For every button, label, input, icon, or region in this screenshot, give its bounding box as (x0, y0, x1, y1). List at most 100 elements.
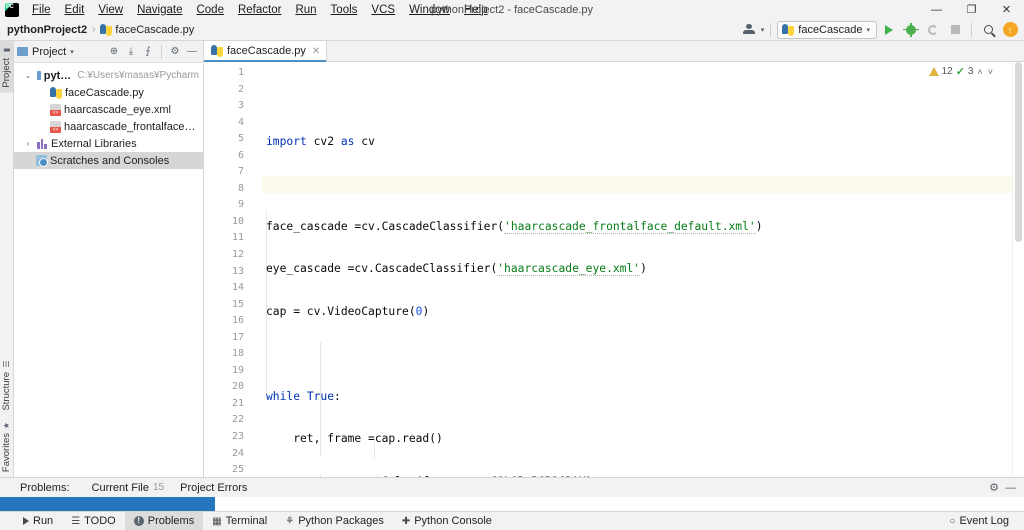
menu-label-vcs: VCS (371, 3, 396, 16)
coverage-icon (928, 24, 938, 35)
line-number: 24 (231, 447, 244, 459)
menu-item-vcs[interactable]: VCS (364, 2, 402, 18)
chevron-down-icon: ▾ (70, 48, 74, 56)
next-problem-icon[interactable]: ˅ (987, 67, 994, 77)
debug-button[interactable] (901, 21, 921, 39)
line-number-gutter[interactable]: 1 2 3 4 5 6 7 8 9 10 11 12 13 14 15 16 1 (204, 62, 248, 477)
breadcrumb-file[interactable]: faceCascade.py (97, 23, 197, 36)
run-button[interactable] (879, 21, 899, 39)
status-tab-python-packages[interactable]: ⚘ Python Packages (276, 512, 393, 530)
status-bar-right: ○ Event Log (940, 512, 1024, 530)
menu-item-window[interactable]: Window (402, 2, 457, 18)
menu-item-view[interactable]: View (91, 2, 130, 18)
python-file-icon (50, 86, 62, 99)
stop-button[interactable] (945, 21, 965, 39)
gear-icon[interactable]: ⚙ (989, 481, 999, 494)
menu-label-code: Code (196, 3, 224, 16)
menu-item-file[interactable]: File (25, 2, 58, 18)
hide-panel-icon[interactable]: — (1005, 482, 1016, 494)
problems-tab-project-errors[interactable]: Project Errors (172, 482, 255, 494)
close-icon[interactable]: ✕ (312, 46, 320, 57)
line-number: 10 (231, 215, 244, 227)
line-number: 18 (231, 348, 244, 360)
minimize-button[interactable]: — (919, 0, 954, 19)
rail-bottom-group: Structure ☰ Favorites ★ (0, 355, 13, 477)
menu-item-run[interactable]: Run (288, 2, 323, 18)
rail-item-project[interactable]: Project ▮ (0, 41, 13, 93)
project-panel-title-group[interactable]: Project ▾ (17, 46, 74, 58)
menu-item-help[interactable]: Help (457, 2, 495, 18)
profile-caret-icon[interactable]: ▾ (761, 26, 765, 34)
tree-node-scratches-and-consoles[interactable]: Scratches and Consoles (14, 152, 203, 169)
run-configuration-label: faceCascade (798, 23, 863, 36)
expand-all-icon[interactable]: ⨍ (140, 44, 156, 60)
status-tab-todo[interactable]: ☰ TODO (62, 512, 125, 530)
status-tab-python-console-label: Python Console (414, 515, 492, 527)
status-tab-terminal-label: Terminal (225, 515, 268, 527)
problems-row-selected[interactable] (0, 497, 215, 511)
status-tab-problems[interactable]: ! Problems (124, 511, 204, 530)
menu-bar: File Edit View Navigate Code Refactor Ru… (25, 2, 495, 18)
maximize-button[interactable]: ❐ (954, 0, 989, 19)
debug-bug-icon (903, 22, 919, 37)
search-everywhere-button[interactable] (978, 21, 998, 39)
python-file-icon (211, 45, 223, 57)
tree-node-external-libraries[interactable]: › External Libraries (14, 135, 203, 152)
event-log-button[interactable]: ○ Event Log (940, 512, 1018, 530)
run-configuration-selector[interactable]: faceCascade ▾ (777, 20, 877, 39)
tree-node-pythonproject2[interactable]: ⌄ pythonProject2 C:¥Users¥masas¥Pycharm (14, 67, 203, 84)
packages-icon: ⚘ (285, 515, 295, 527)
status-tab-run[interactable]: Run (14, 512, 62, 530)
close-button[interactable]: ✕ (989, 0, 1024, 19)
line-number: 25 (231, 464, 244, 476)
breadcrumb-project[interactable]: pythonProject2 (4, 24, 90, 36)
line-number: 15 (231, 298, 244, 310)
problems-circle-icon: ! (133, 516, 144, 526)
scrollbar-thumb[interactable] (1015, 62, 1022, 242)
tree-node-haarcascade-eye-xml[interactable]: haarcascade_eye.xml (14, 101, 203, 118)
editor-viewport: 12 ✓ 3 ˄ ˅ 1 2 3 4 5 6 7 8 9 10 11 12 13… (204, 62, 1024, 477)
status-tab-terminal[interactable]: ▦ Terminal (203, 512, 276, 530)
profile-button[interactable] (739, 21, 759, 39)
problems-tab-current-file-count: 15 (153, 482, 165, 493)
menu-item-refactor[interactable]: Refactor (231, 2, 288, 18)
problems-list[interactable] (0, 497, 1024, 511)
editor-tab-label: faceCascade.py (227, 45, 306, 57)
previous-problem-icon[interactable]: ˄ (976, 67, 983, 77)
inspection-widget[interactable]: 12 ✓ 3 ˄ ˅ (928, 65, 994, 78)
status-tab-problems-label: Problems (147, 515, 195, 527)
coverage-button[interactable] (923, 21, 943, 39)
chevron-right-icon[interactable]: › (22, 139, 34, 148)
editor-scrollbar[interactable] (1012, 62, 1024, 477)
menu-item-edit[interactable]: Edit (58, 2, 92, 18)
pycharm-window: File Edit View Navigate Code Refactor Ru… (0, 0, 1024, 530)
scroll-from-source-icon[interactable]: ⊕ (106, 44, 122, 60)
python-file-icon (100, 23, 113, 36)
menu-item-navigate[interactable]: Navigate (130, 2, 189, 18)
tree-label-pythonproject2: pythonProject2 (43, 69, 72, 82)
problems-tab-current-file[interactable]: Current File 15 (84, 482, 173, 494)
menu-item-code[interactable]: Code (189, 2, 231, 18)
menu-item-tools[interactable]: Tools (324, 2, 365, 18)
status-tab-python-console[interactable]: ✚ Python Console (393, 512, 501, 530)
warning-triangle-icon (928, 67, 939, 76)
tree-node-facecascade-py[interactable]: faceCascade.py (14, 84, 203, 101)
xml-file-icon (50, 103, 61, 116)
line-number: 4 (237, 116, 244, 128)
star-icon: ★ (2, 420, 11, 430)
code-text-area[interactable]: import cv2 as cv face_cascade =cv.Cascad… (248, 62, 1012, 477)
code-line-8: while True: (266, 389, 341, 403)
rail-item-favorites[interactable]: Favorites ★ (0, 416, 13, 477)
settings-gear-icon[interactable]: ⚙ (167, 44, 183, 60)
rail-item-structure[interactable]: Structure ☰ (0, 355, 13, 416)
breadcrumb: pythonProject2 › faceCascade.py (4, 23, 197, 36)
hide-panel-icon[interactable]: — (184, 44, 200, 60)
tree-node-haarcascade-frontalface-xml[interactable]: haarcascade_frontalface_default.xml (14, 118, 203, 135)
editor-tab-facecascade-py[interactable]: faceCascade.py ✕ (204, 41, 328, 62)
collapse-all-icon[interactable]: ⤓ (123, 44, 139, 60)
rail-top-group: Project ▮ (0, 41, 13, 93)
toolbar-divider-2 (971, 22, 972, 37)
update-button[interactable]: ↑ (1000, 21, 1020, 39)
chevron-down-icon[interactable]: ⌄ (22, 71, 34, 80)
